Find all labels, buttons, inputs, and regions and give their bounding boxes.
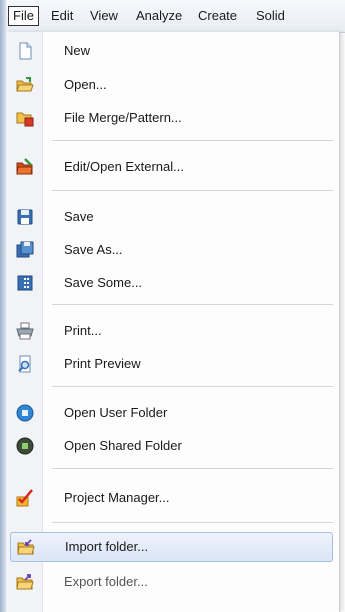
menu-separator <box>52 304 333 306</box>
menu-item-new[interactable]: New <box>10 36 333 66</box>
menu-item-label: Save Some... <box>64 275 143 290</box>
printer-icon <box>16 322 34 340</box>
menu-analyze[interactable]: Analyze <box>131 7 187 25</box>
menu-item-label: File Merge/Pattern... <box>64 110 182 125</box>
shared-folder-icon <box>16 437 34 455</box>
save-as-icon <box>16 241 34 259</box>
print-preview-icon <box>16 355 34 373</box>
file-dropdown-menu: New Open... File Merge/Pattern... Edit/O… <box>6 32 340 612</box>
menu-view[interactable]: View <box>85 7 123 25</box>
menu-item-save-some[interactable]: Save Some... <box>10 268 333 298</box>
menu-item-label: Export folder... <box>64 574 148 589</box>
menu-item-open[interactable]: Open... <box>10 70 333 100</box>
menu-item-print[interactable]: Print... <box>10 316 333 346</box>
menu-bar: File Edit View Analyze Create Solid <box>6 0 345 33</box>
menu-item-label: Open User Folder <box>64 405 168 420</box>
edit-external-folder-icon <box>16 158 34 176</box>
menu-separator <box>52 386 333 388</box>
menu-item-label: Open... <box>64 77 107 92</box>
menu-item-save-as[interactable]: Save As... <box>10 235 333 265</box>
menu-item-label: Open Shared Folder <box>64 438 182 453</box>
menu-item-import-folder[interactable]: Import folder... <box>10 532 333 562</box>
menu-separator <box>52 190 333 192</box>
open-folder-icon <box>16 76 34 94</box>
save-some-icon <box>16 274 34 292</box>
menu-item-label: Print... <box>64 323 102 338</box>
menu-file[interactable]: File <box>8 6 39 26</box>
menu-item-edit-open-external[interactable]: Edit/Open External... <box>10 152 333 182</box>
new-document-icon <box>16 42 34 60</box>
menu-item-file-merge-pattern[interactable]: File Merge/Pattern... <box>10 103 333 133</box>
menu-item-export-folder[interactable]: Export folder... <box>10 567 333 597</box>
folder-merge-icon <box>16 109 34 127</box>
menu-item-label: Import folder... <box>65 539 149 554</box>
menu-item-label: New <box>64 43 91 58</box>
menu-item-label: Print Preview <box>64 356 141 371</box>
menu-create[interactable]: Create <box>193 7 242 25</box>
menu-item-open-shared-folder[interactable]: Open Shared Folder <box>10 431 333 461</box>
menu-solid[interactable]: Solid <box>251 7 290 25</box>
menu-item-save[interactable]: Save <box>10 202 333 232</box>
menu-item-label: Project Manager... <box>64 490 170 505</box>
menu-item-print-preview[interactable]: Print Preview <box>10 349 333 379</box>
export-folder-icon <box>16 573 34 591</box>
menu-separator <box>52 522 333 524</box>
import-folder-icon <box>17 538 35 556</box>
menu-item-label: Edit/Open External... <box>64 159 184 174</box>
menu-item-open-user-folder[interactable]: Open User Folder <box>10 398 333 428</box>
user-folder-icon <box>16 404 34 422</box>
menu-edit[interactable]: Edit <box>46 7 78 25</box>
menu-item-label: Save <box>64 209 94 224</box>
project-manager-icon <box>16 489 34 507</box>
menu-separator <box>52 468 333 470</box>
menu-item-label: Save As... <box>64 242 123 257</box>
floppy-disk-icon <box>16 208 34 226</box>
menu-separator <box>52 140 333 142</box>
menu-item-project-manager[interactable]: Project Manager... <box>10 483 333 513</box>
